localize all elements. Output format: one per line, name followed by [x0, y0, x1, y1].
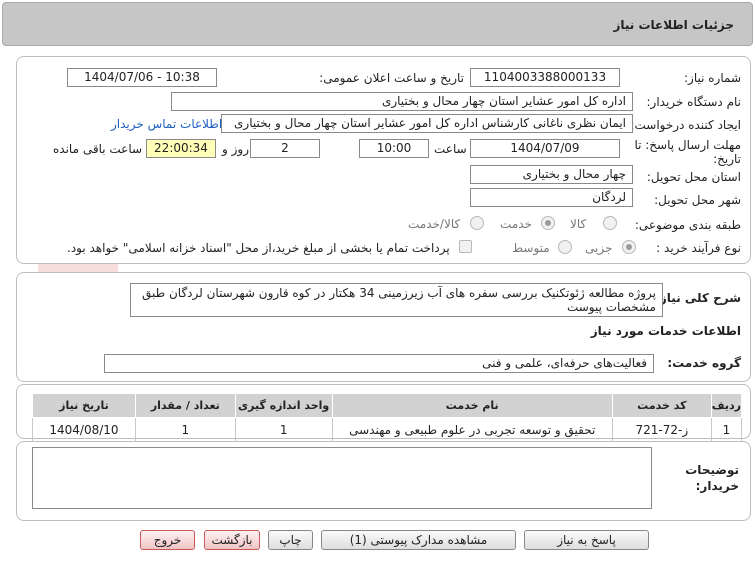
- buyer-notes-label: توضیحات: [685, 463, 739, 477]
- remaining-time-field: 22:00:34: [146, 139, 216, 158]
- treasury-payment-note: پرداخت تمام یا بخشی از مبلغ خرید،از محل …: [67, 241, 450, 255]
- col-service-code: کد خدمت: [611, 393, 712, 418]
- process-radio-medium[interactable]: [558, 240, 572, 254]
- process-type-label: نوع فرآیند خرید :: [656, 241, 741, 255]
- process-option-minor: جزیی: [585, 241, 613, 255]
- announce-date-label: تاریخ و ساعت اعلان عمومی:: [319, 71, 464, 85]
- deadline-label-line2: تاریخ:: [713, 152, 741, 166]
- cell-need-date: 1404/08/10: [32, 417, 136, 442]
- service-group-label: گروه خدمت:: [667, 356, 741, 370]
- remaining-time-label: ساعت باقی مانده: [53, 142, 143, 156]
- need-number-label: شماره نیاز:: [684, 71, 741, 85]
- creator-field: ایمان نظری ناغانی کارشناس اداره کل امور …: [221, 114, 633, 133]
- buyer-notes-field[interactable]: [32, 447, 652, 509]
- province-label: استان محل تحویل:: [646, 170, 741, 184]
- province-field: چهار محال و بختیاری: [470, 165, 633, 184]
- summary-label: شرح کلی نیاز:: [655, 291, 741, 305]
- header-bar: جزئیات اطلاعات نیاز: [2, 2, 753, 46]
- deadline-label: مهلت ارسال پاسخ: تا: [634, 138, 741, 152]
- category-option-goods-service: کالا/خدمت: [408, 217, 461, 231]
- cell-quantity: 1: [134, 417, 236, 442]
- info-panel: [16, 56, 751, 264]
- cell-row-number: 1: [710, 417, 743, 442]
- treasury-payment-checkbox[interactable]: [459, 240, 472, 253]
- category-label: طبقه بندی موضوعی:: [634, 218, 741, 232]
- col-row-number: ردیف: [710, 393, 743, 418]
- services-table: ردیف کد خدمت نام خدمت واحد اندازه گیری ت…: [32, 393, 743, 442]
- announce-date-field: 1404/07/06 - 10:38: [67, 68, 217, 87]
- page-title: جزئیات اطلاعات نیاز: [613, 18, 734, 32]
- category-radio-service[interactable]: [541, 216, 555, 230]
- cell-service-name: تحقیق و توسعه تجربی در علوم طبیعی و مهند…: [331, 417, 613, 442]
- summary-field: پروژه مطالعه ژئوتکنیک بررسی سفره های آب …: [130, 283, 663, 317]
- days-label: روز و: [222, 142, 249, 156]
- reply-button[interactable]: پاسخ به نیاز: [524, 530, 649, 550]
- creator-label: ایجاد کننده درخواست:: [630, 118, 741, 132]
- category-radio-goods-service[interactable]: [470, 216, 484, 230]
- category-radio-goods[interactable]: [603, 216, 617, 230]
- attachments-button[interactable]: مشاهده مدارک پیوستی (1): [321, 530, 516, 550]
- need-number-field: 1104003388000133: [470, 68, 620, 87]
- process-option-medium: متوسط: [512, 241, 550, 255]
- buyer-name-label: نام دستگاه خریدار:: [646, 95, 742, 109]
- col-service-name: نام خدمت: [331, 393, 613, 418]
- print-button[interactable]: چاپ: [268, 530, 313, 550]
- col-need-date: تاریخ نیاز: [32, 393, 136, 418]
- city-field: لردگان: [470, 188, 633, 207]
- table-header-row: ردیف کد خدمت نام خدمت واحد اندازه گیری ت…: [32, 393, 743, 418]
- city-label: شهر محل تحویل:: [654, 193, 741, 207]
- buyer-name-field: اداره کل امور عشایر استان چهار محال و بخ…: [171, 92, 633, 111]
- table-row: 1 ز-72-721 تحقیق و توسعه تجربی در علوم ط…: [32, 417, 743, 442]
- service-group-field: فعالیت‌های حرفه‌ای، علمی و فنی: [104, 354, 654, 373]
- deadline-time-field: 10:00: [359, 139, 429, 158]
- exit-button[interactable]: خروج: [140, 530, 195, 550]
- services-section-title: اطلاعات خدمات مورد نیاز: [590, 324, 741, 338]
- col-quantity: تعداد / مقدار: [134, 393, 236, 418]
- buyer-contact-link[interactable]: اطلاعات تماس خریدار: [111, 117, 222, 131]
- process-radio-minor[interactable]: [622, 240, 636, 254]
- deadline-date-field: 1404/07/09: [470, 139, 620, 158]
- deadline-time-label: ساعت: [434, 142, 467, 156]
- back-button[interactable]: بازگشت: [204, 530, 260, 550]
- col-unit: واحد اندازه گیری: [234, 393, 333, 418]
- buyer-notes-label-line2: خریدار:: [695, 479, 739, 493]
- remaining-days-field: 2: [250, 139, 320, 158]
- cell-service-code: ز-72-721: [611, 417, 712, 442]
- cell-unit: 1: [234, 417, 333, 442]
- category-option-goods: کالا: [570, 217, 587, 231]
- category-option-service: خدمت: [500, 217, 532, 231]
